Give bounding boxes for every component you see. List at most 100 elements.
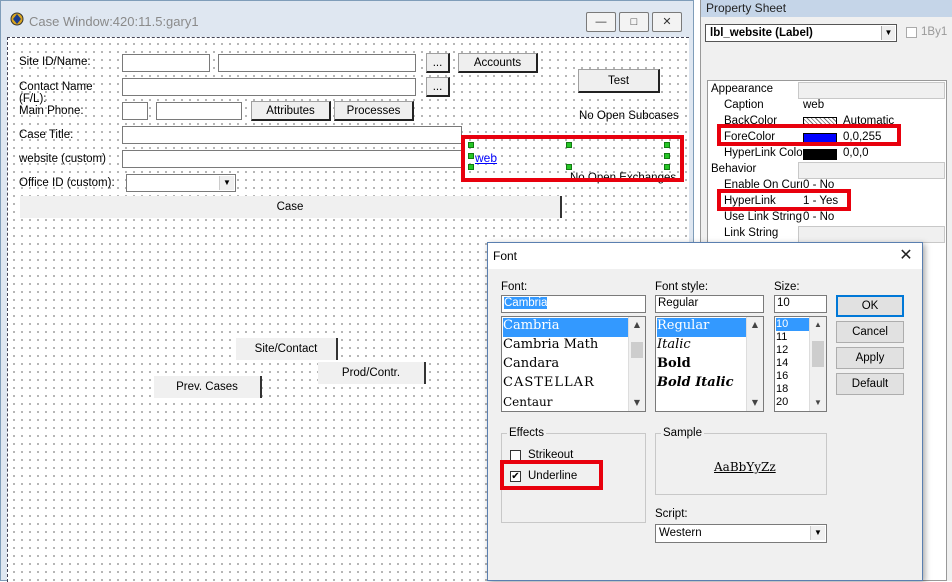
website-input[interactable] xyxy=(122,150,462,168)
font-style-label: Font style: xyxy=(655,281,709,293)
case-window-title: Case Window:420:11.5:gary1 xyxy=(29,14,199,29)
category-label: Appearance xyxy=(711,83,774,95)
list-item[interactable]: 11 xyxy=(776,331,787,344)
main-phone-label: Main Phone: xyxy=(19,105,84,117)
font-style-list[interactable]: Regular Italic Bold Bold Italic ▲ ▼ xyxy=(655,316,764,412)
font-dialog: Font ✕ Font: Cambria Cambria Cambria Mat… xyxy=(487,242,923,581)
font-list[interactable]: Cambria Cambria Math Candara CASTELLAR C… xyxy=(501,316,646,412)
script-value: Western xyxy=(659,527,702,539)
sample-label: Sample xyxy=(661,427,704,439)
close-button[interactable]: ✕ xyxy=(652,12,682,32)
scroll-up-icon[interactable]: ▲ xyxy=(810,317,826,333)
property-name: HyperLink Colo xyxy=(724,147,802,159)
list-item[interactable]: 14 xyxy=(776,357,788,370)
list-item[interactable]: Candara xyxy=(503,356,559,375)
attributes-button[interactable]: Attributes xyxy=(251,101,331,121)
property-row[interactable]: Use Link String 0 - No xyxy=(708,210,948,226)
minimize-button[interactable]: — xyxy=(586,12,616,32)
list-item[interactable]: Bold xyxy=(657,356,691,375)
property-name: Link String xyxy=(724,227,779,239)
font-size-list[interactable]: 10 11 12 14 16 18 20 ▲ ▼ xyxy=(774,316,827,412)
cancel-button[interactable]: Cancel xyxy=(836,321,904,343)
selected-object-name: lbl_website (Label) xyxy=(710,27,813,39)
category-appearance[interactable]: Appearance xyxy=(708,82,948,99)
highlight-underline xyxy=(500,460,603,490)
maximize-button[interactable]: □ xyxy=(619,12,649,32)
chevron-down-icon[interactable]: ▼ xyxy=(881,26,895,40)
accounts-button[interactable]: Accounts xyxy=(458,53,538,73)
list-item[interactable]: 18 xyxy=(776,383,788,396)
maximize-icon: □ xyxy=(630,16,638,28)
font-style-scrollbar[interactable]: ▲ ▼ xyxy=(746,317,763,411)
list-item[interactable]: Regular xyxy=(657,318,748,337)
category-label: Behavior xyxy=(711,163,757,175)
font-dialog-titlebar[interactable]: Font ✕ xyxy=(488,243,922,269)
property-row[interactable]: HyperLink Colo 0,0,0 xyxy=(708,146,948,162)
property-name: Caption xyxy=(724,99,764,111)
category-behavior[interactable]: Behavior xyxy=(708,162,948,179)
apply-button[interactable]: Apply xyxy=(836,347,904,369)
property-sheet-titlebar[interactable]: Property Sheet xyxy=(701,0,952,17)
processes-button[interactable]: Processes xyxy=(334,101,414,121)
list-item[interactable]: Cambria xyxy=(503,318,630,337)
list-item[interactable]: 12 xyxy=(776,344,788,357)
site-contact-tab[interactable]: Site/Contact xyxy=(236,338,338,360)
font-label: Font: xyxy=(501,281,528,293)
default-button[interactable]: Default xyxy=(836,373,904,395)
list-item[interactable]: Italic xyxy=(657,337,691,356)
office-id-label: Office ID (custom): xyxy=(19,177,115,189)
property-value: web xyxy=(803,99,825,111)
contact-name-input[interactable] xyxy=(122,78,416,96)
test-button[interactable]: Test xyxy=(578,69,660,93)
site-lookup-button[interactable]: ... xyxy=(426,53,450,73)
case-window-titlebar[interactable]: Case Window:420:11.5:gary1 — □ ✕ xyxy=(1,1,693,39)
highlight-forecolor xyxy=(717,124,901,146)
office-id-dropdown[interactable]: ▼ xyxy=(126,174,236,192)
highlight-hyperlink xyxy=(717,189,851,211)
list-item[interactable]: Cambria Math xyxy=(503,337,598,356)
font-dialog-title: Font xyxy=(493,249,518,263)
property-value: 0,0,0 xyxy=(843,147,869,159)
prev-cases-tab[interactable]: Prev. Cases xyxy=(154,376,262,398)
site-name-input[interactable] xyxy=(218,54,416,72)
contact-lookup-button[interactable]: ... xyxy=(426,77,450,97)
one-by-one-checkbox[interactable] xyxy=(906,27,917,38)
case-title-input[interactable] xyxy=(122,126,462,144)
scroll-down-icon[interactable]: ▼ xyxy=(629,395,645,411)
list-item[interactable]: Bold Italic xyxy=(657,375,734,394)
list-item[interactable]: 16 xyxy=(776,370,788,383)
font-size-scrollbar[interactable]: ▲ ▼ xyxy=(809,317,826,411)
app-icon xyxy=(10,12,24,26)
object-selector-dropdown[interactable]: lbl_website (Label) ▼ xyxy=(705,24,897,42)
case-tab[interactable]: Case xyxy=(20,196,562,218)
prod-contr-tab[interactable]: Prod/Contr. xyxy=(318,362,426,384)
font-style-input[interactable]: Regular xyxy=(655,295,764,313)
font-list-scrollbar[interactable]: ▲ ▼ xyxy=(628,317,645,411)
list-item[interactable]: 10 xyxy=(776,318,809,331)
chevron-down-icon[interactable]: ▼ xyxy=(810,526,825,540)
phone-number-input[interactable] xyxy=(156,102,242,120)
script-label: Script: xyxy=(655,508,688,520)
ok-button[interactable]: OK xyxy=(836,295,904,317)
font-size-input[interactable]: 10 xyxy=(774,295,827,313)
property-value: 0 - No xyxy=(803,211,835,223)
scroll-up-icon[interactable]: ▲ xyxy=(629,317,645,333)
list-item[interactable]: CASTELLAR xyxy=(503,375,595,394)
property-row[interactable]: Link String xyxy=(708,226,948,243)
site-id-input[interactable] xyxy=(122,54,210,72)
chevron-down-icon[interactable]: ▼ xyxy=(219,176,234,190)
scroll-up-icon[interactable]: ▲ xyxy=(747,317,763,333)
list-item[interactable]: Centaur xyxy=(503,395,552,411)
close-icon: ✕ xyxy=(662,16,672,28)
font-name-input[interactable]: Cambria xyxy=(501,295,646,313)
phone-area-input[interactable] xyxy=(122,102,148,120)
property-row[interactable]: Caption web xyxy=(708,98,948,114)
scroll-down-icon[interactable]: ▼ xyxy=(810,395,826,411)
close-icon[interactable]: ✕ xyxy=(894,245,918,267)
script-dropdown[interactable]: Western ▼ xyxy=(655,524,827,543)
case-title-label: Case Title: xyxy=(19,129,74,141)
font-size-label: Size: xyxy=(774,281,800,293)
list-item[interactable]: 20 xyxy=(776,396,788,409)
scroll-down-icon[interactable]: ▼ xyxy=(747,395,763,411)
website-label: website (custom) xyxy=(19,153,106,165)
